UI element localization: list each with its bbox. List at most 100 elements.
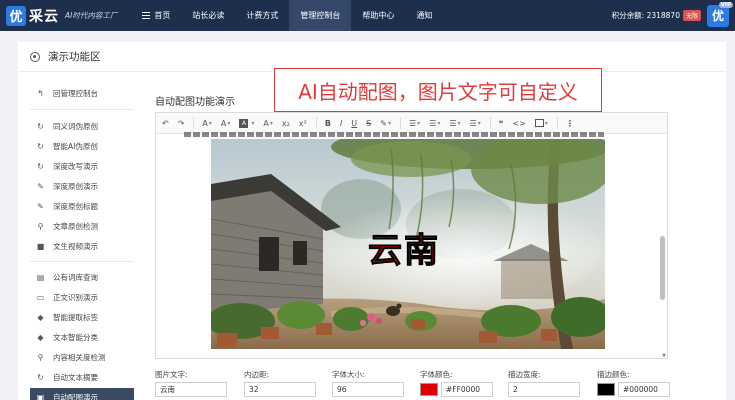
bg-color-button[interactable]: A ▾ <box>239 118 254 128</box>
chevron-down-icon: ▾ <box>544 119 548 127</box>
stroke-color-swatch[interactable] <box>597 383 615 396</box>
image-text-label: 图片文字: <box>155 370 188 379</box>
font-size-button[interactable]: A ▾ <box>202 119 212 128</box>
indent-button[interactable]: ☰ ▾ <box>429 119 440 128</box>
chevron-down-icon: ▾ <box>269 119 273 127</box>
nav-item-help[interactable]: 帮助中心 <box>351 0 405 31</box>
sidebar-item-relevance[interactable]: ⚲ 内容相关度检测 <box>30 348 134 367</box>
strike-button[interactable]: S <box>366 119 371 128</box>
sidebar-item-deep-original[interactable]: ✎ 深度原创演示 <box>30 177 134 196</box>
sidebar-item-text-to-video[interactable]: ■ 文生视频演示 <box>30 237 134 256</box>
stroke-color-input[interactable]: #000000 <box>618 382 670 397</box>
nav-item-home[interactable]: 首页 <box>131 0 181 31</box>
nav-item-console[interactable]: 管理控制台 <box>289 0 352 31</box>
cut-off-text-line <box>184 132 604 138</box>
toolbar-separator <box>489 117 491 129</box>
panel-title: 演示功能区 <box>48 51 101 63</box>
avatar[interactable]: 优 VIP <box>707 1 733 27</box>
toolbar-separator <box>193 117 195 129</box>
align-icon: ☰ <box>449 118 457 128</box>
sidebar-item-deep-title[interactable]: ✎ 深度原创标题 <box>30 197 134 216</box>
generated-image[interactable]: 云南 <box>211 139 605 349</box>
editor-body[interactable]: 云南 ▼ <box>156 132 667 358</box>
sidebar-item-summary[interactable]: ↻ 自动文本摘要 <box>30 368 134 387</box>
stroke-width-field-group: 描边宽度: 2 <box>508 369 580 397</box>
format-brush-button[interactable]: ✎ ▾ <box>380 119 391 128</box>
font-color-field-group: 字体颜色: #FF0000 <box>420 369 493 397</box>
font-size-input[interactable]: 96 <box>332 382 404 397</box>
demo-panel: 演示功能区 ↰ 回管理控制台 ↻ 同义词伪原创 ↻ 智能AI伪原创 ↻ 深度改写演示 ✎… <box>18 42 726 400</box>
sidebar-item-back-console[interactable]: ↰ 回管理控制台 <box>30 84 134 103</box>
back-arrow-icon: ↰ <box>37 88 44 98</box>
bold-button[interactable]: B <box>325 119 331 128</box>
stroke-width-label: 描边宽度: <box>508 370 541 379</box>
edit-icon: ✎ <box>37 181 44 191</box>
top-navbar: 优 采云 AI时代内容工厂 首页 站长必读 计费方式 管理控制台 帮助中心 通知… <box>0 0 735 31</box>
logo-slogan: AI时代内容工厂 <box>65 11 118 20</box>
book-icon: ▤ <box>36 272 45 282</box>
sidebar-item-text-classify[interactable]: ◆ 文本智能分类 <box>30 328 134 347</box>
code-button[interactable]: <> <box>512 119 525 128</box>
chevron-down-icon: ▾ <box>457 119 461 127</box>
image-text-input[interactable]: 云南 <box>155 382 227 397</box>
list-button[interactable]: ☰ ▾ <box>409 119 420 128</box>
sidebar-item-body-recognition[interactable]: ▭ 正文识别演示 <box>30 288 134 307</box>
font-color-button[interactable]: A ▾ <box>221 119 231 128</box>
padding-label: 内边距: <box>244 370 270 379</box>
align-button[interactable]: ☰ ▾ <box>449 119 460 128</box>
padding-field-group: 内边距: 32 <box>244 369 316 397</box>
sidebar-item-lexicon[interactable]: ▤ 公有词库查询 <box>30 268 134 287</box>
padding-input[interactable]: 32 <box>244 382 316 397</box>
list-icon: ☰ <box>408 118 417 128</box>
sidebar-item-originality-check[interactable]: ⚲ 文章原创检测 <box>30 217 134 236</box>
sidebar-item-tag-extract[interactable]: ◆ 智能提取标签 <box>30 308 134 327</box>
sidebar-item-synonym[interactable]: ↻ 同义词伪原创 <box>30 117 134 136</box>
sidebar-item-auto-image[interactable]: ▣ 自动配图演示 <box>30 388 134 400</box>
edit-icon: ✎ <box>37 201 44 211</box>
superscript-button[interactable]: x² <box>299 119 307 128</box>
chevron-down-icon: ▾ <box>208 119 212 127</box>
editor-toolbar: ↶ ↷ A ▾ A ▾ A ▾ A ▾ x₂ x² B I U S ✎ ▾ ☰ ▾ ☰ ▾ ☰… <box>156 113 667 134</box>
rich-text-editor: ↶ ↷ A ▾ A ▾ A ▾ A ▾ x₂ x² B I U S ✎ ▾ ☰ ▾ ☰ ▾ ☰… <box>155 112 668 359</box>
font-color-swatch[interactable] <box>420 383 438 396</box>
nav-item-must-read[interactable]: 站长必读 <box>181 0 235 31</box>
logo[interactable]: 优 采云 AI时代内容工厂 <box>0 0 117 31</box>
sidebar-divider <box>30 109 134 110</box>
search-icon: ⚲ <box>37 352 44 362</box>
scrollbar-thumb[interactable] <box>660 236 665 300</box>
line-height-icon: ☰ <box>469 118 477 128</box>
redo-button[interactable]: ↷ <box>178 119 185 128</box>
undo-button[interactable]: ↶ <box>162 119 169 128</box>
image-icon <box>534 119 544 127</box>
nav-item-notify[interactable]: 通知 <box>405 0 443 31</box>
main-nav: 首页 站长必读 计费方式 管理控制台 帮助中心 通知 <box>131 0 443 31</box>
underline-button[interactable]: U <box>351 119 357 128</box>
unlimited-badge: 无限 <box>682 10 701 21</box>
refresh-icon: ↻ <box>37 161 44 171</box>
sidebar-divider <box>30 261 134 262</box>
more-button[interactable]: ⋮ <box>566 119 574 128</box>
feature-banner: AI自动配图，图片文字可自定义 <box>274 68 602 112</box>
refresh-icon: ↻ <box>37 372 44 382</box>
subscript-button[interactable]: x₂ <box>282 119 290 128</box>
toolbar-separator <box>556 117 558 129</box>
content-title: 自动配图功能演示 <box>155 97 235 108</box>
sidebar-item-ai-rewrite[interactable]: ↻ 智能AI伪原创 <box>30 137 134 156</box>
font-size-label: 字体大小: <box>332 370 365 379</box>
chevron-down-icon: ▾ <box>417 119 421 127</box>
image-icon: ▣ <box>36 392 45 400</box>
editor-scrollbar[interactable] <box>660 136 665 356</box>
chevron-down-icon: ▾ <box>227 119 231 127</box>
quote-button[interactable]: ❝ <box>499 119 504 128</box>
text-size-button[interactable]: A ▾ <box>263 119 273 128</box>
image-insert-button[interactable]: ▾ <box>534 119 548 127</box>
stroke-width-input[interactable]: 2 <box>508 382 580 397</box>
italic-button[interactable]: I <box>340 119 342 128</box>
video-icon: ■ <box>36 241 45 251</box>
font-color-input[interactable]: #FF0000 <box>441 382 493 397</box>
line-height-button[interactable]: ☰ ▾ <box>470 119 481 128</box>
menu-icon <box>142 12 151 19</box>
sidebar-item-deep-rewrite[interactable]: ↻ 深度改写演示 <box>30 157 134 176</box>
nav-item-pricing[interactable]: 计费方式 <box>235 0 289 31</box>
scroll-down-arrow-icon[interactable]: ▼ <box>662 353 666 358</box>
